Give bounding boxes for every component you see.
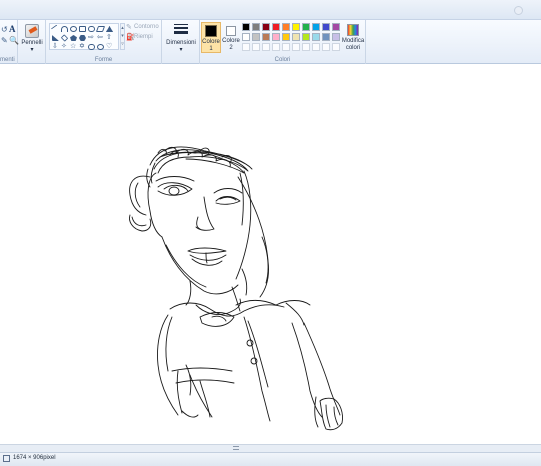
palette-swatch[interactable] (312, 23, 320, 31)
size-group: Dimensioni ▾ (162, 20, 200, 64)
polygon-shape-icon (95, 26, 106, 32)
pentagon-shape-icon (70, 35, 77, 41)
line-width-icon (174, 24, 188, 34)
group-label-colors: Colori (274, 57, 291, 63)
group-label-image: menti (0, 57, 15, 63)
status-bar: 1674 × 906pixel (0, 452, 541, 466)
drawing-canvas[interactable] (0, 65, 541, 444)
palette-swatch[interactable] (332, 23, 340, 31)
color-picker-icon[interactable]: ✎ (1, 36, 8, 45)
palette-swatch[interactable] (242, 33, 250, 41)
outline-icon: ✎ (126, 24, 132, 31)
palette-swatch[interactable] (302, 23, 310, 31)
rounded-rectangle-shape-icon (88, 26, 95, 32)
paint-window: ↺ A ✎ 🔍 menti Pennelli ▾ ⇨ ⇦ ⇧ ⇩ ✧ ☆ ✡ ♡… (0, 0, 541, 466)
color2-label: Colore 2 (222, 38, 240, 51)
colors-group: Colore 1 Colore 2 Modifica colori Colori (200, 20, 366, 64)
callout-oval-shape-icon (97, 44, 104, 50)
diamond-shape-icon (60, 34, 69, 42)
triangle-shape-icon (106, 26, 113, 32)
oval-shape-icon (70, 26, 77, 32)
tools-group: ↺ A ✎ 🔍 menti (0, 20, 19, 64)
up-arrow-shape-icon: ⇧ (106, 34, 112, 41)
palette-swatch[interactable] (252, 33, 260, 41)
custom-color-slot[interactable] (272, 43, 280, 51)
sketch-drawing (129, 146, 343, 431)
palette-swatch[interactable] (272, 23, 280, 31)
edit-colors-button[interactable]: Modifica colori (342, 22, 364, 53)
edit-colors-label: Modifica colori (341, 38, 365, 51)
text-tool-icon[interactable]: A (9, 24, 16, 34)
palette-swatch[interactable] (302, 33, 310, 41)
horizontal-scroll-strip[interactable] (0, 444, 541, 452)
custom-color-slot[interactable] (262, 43, 270, 51)
custom-color-slot[interactable] (252, 43, 260, 51)
outline-button[interactable]: ✎ Contorno (126, 23, 162, 32)
shapes-scrollbar[interactable]: ▴ ▾ ▿ (120, 23, 125, 50)
color2-swatch (226, 26, 236, 36)
ribbon: ↺ A ✎ 🔍 menti Pennelli ▾ ⇨ ⇦ ⇧ ⇩ ✧ ☆ ✡ ♡… (0, 20, 541, 64)
right-arrow-shape-icon: ⇨ (88, 34, 94, 41)
color2-button[interactable]: Colore 2 (222, 22, 242, 53)
shapes-group: ⇨ ⇦ ⇧ ⇩ ✧ ☆ ✡ ♡ ▴ ▾ ▿ ✎ Contorno ⛽ Riempi … (46, 20, 162, 64)
size-dropdown-icon: ▾ (179, 47, 183, 53)
select-arrow-icon[interactable]: ↺ (1, 25, 8, 34)
rectangle-shape-icon (79, 26, 86, 32)
color-palette (242, 23, 342, 53)
palette-swatch[interactable] (252, 23, 260, 31)
four-point-star-shape-icon: ✧ (61, 43, 67, 50)
palette-swatch[interactable] (282, 23, 290, 31)
down-arrow-shape-icon: ⇩ (52, 43, 58, 50)
custom-color-slot[interactable] (292, 43, 300, 51)
custom-color-slot[interactable] (242, 43, 250, 51)
brushes-group: Pennelli ▾ (18, 20, 46, 64)
palette-swatch[interactable] (292, 23, 300, 31)
brushes-label: Pennelli (21, 40, 43, 46)
custom-color-slot[interactable] (282, 43, 290, 51)
palette-swatch[interactable] (322, 33, 330, 41)
fill-button[interactable]: ⛽ Riempi (126, 33, 162, 42)
palette-swatch[interactable] (272, 33, 280, 41)
color1-swatch (205, 25, 217, 37)
fill-label: Riempi (134, 34, 153, 40)
line-shape-icon (50, 24, 61, 34)
right-triangle-shape-icon (52, 35, 59, 41)
color1-label: Colore 1 (202, 39, 220, 52)
resize-grip-icon[interactable] (233, 446, 239, 450)
six-point-star-shape-icon: ✡ (79, 43, 85, 50)
custom-color-slot[interactable] (302, 43, 310, 51)
left-arrow-shape-icon: ⇦ (97, 34, 103, 41)
callout-rect-shape-icon (88, 44, 95, 50)
palette-swatch[interactable] (262, 23, 270, 31)
custom-color-slot[interactable] (322, 43, 330, 51)
palette-swatch[interactable] (282, 33, 290, 41)
title-strip (0, 0, 541, 20)
size-label: Dimensioni (166, 40, 196, 46)
palette-swatch[interactable] (242, 23, 250, 31)
palette-swatch[interactable] (312, 33, 320, 41)
hexagon-shape-icon (79, 35, 86, 41)
color-wheel-icon (347, 24, 359, 36)
outline-label: Contorno (134, 24, 159, 30)
brush-icon (25, 24, 39, 38)
curve-shape-icon (61, 26, 68, 32)
palette-swatch[interactable] (262, 33, 270, 41)
five-point-star-shape-icon: ☆ (70, 43, 77, 50)
brushes-button[interactable]: Pennelli ▾ (21, 22, 43, 53)
palette-swatch[interactable] (322, 23, 330, 31)
image-size-icon (3, 455, 10, 462)
image-dimensions-text: 1674 × 906pixel (13, 455, 56, 461)
color1-button[interactable]: Colore 1 (201, 22, 221, 53)
shapes-gallery[interactable]: ⇨ ⇦ ⇧ ⇩ ✧ ☆ ✡ ♡ (49, 23, 119, 50)
palette-swatch[interactable] (292, 33, 300, 41)
group-label-shapes: Forme (94, 57, 113, 63)
window-control-icon[interactable] (514, 6, 523, 15)
brushes-dropdown-icon: ▾ (30, 47, 34, 53)
heart-shape-icon: ♡ (106, 43, 113, 50)
custom-color-slot[interactable] (312, 43, 320, 51)
size-button[interactable]: Dimensioni ▾ (165, 22, 197, 53)
